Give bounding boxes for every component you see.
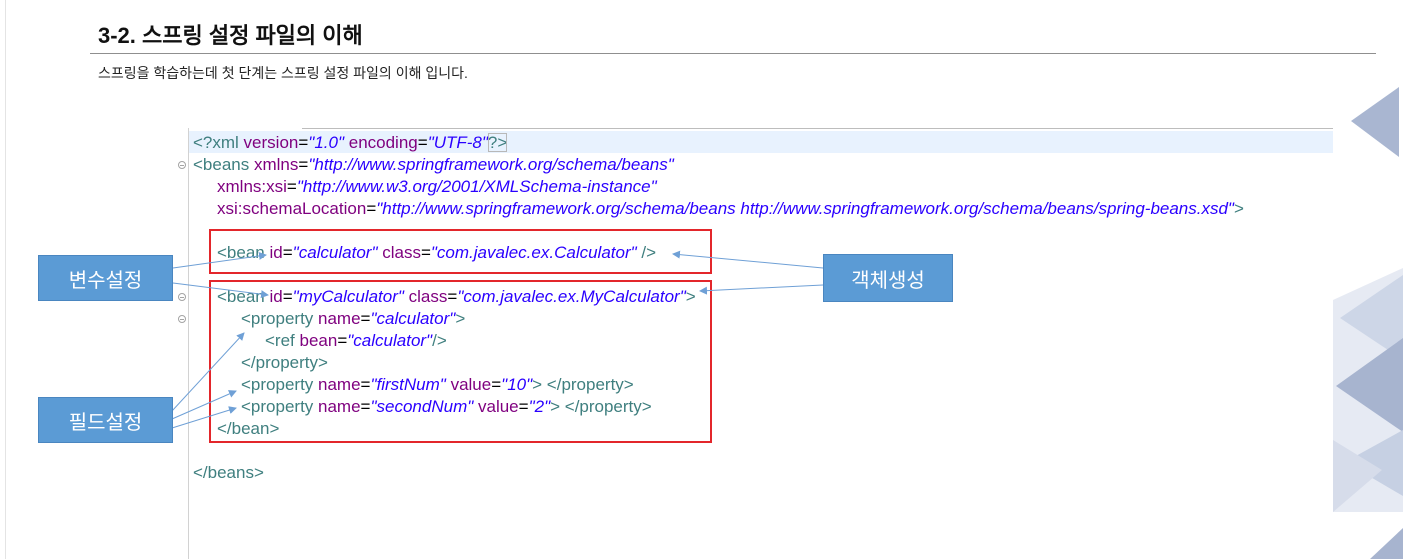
callout-field-setting: 필드설정	[38, 397, 173, 443]
editor-top-border	[302, 128, 1333, 129]
code-token-val: "http://www.w3.org/2001/XMLSchema-instan…	[296, 177, 657, 196]
page-title: 3-2. 스프링 설정 파일의 이해	[98, 23, 363, 48]
decor-triangle	[1345, 430, 1403, 496]
callout-object-creation: 객체생성	[823, 254, 953, 302]
code-line: </beans>	[193, 462, 1244, 484]
decor-triangle	[1333, 268, 1403, 512]
code-token-attr: version	[243, 133, 299, 152]
code-token-tag: >	[1233, 199, 1244, 218]
code-token-tag: <beans	[193, 155, 254, 174]
code-token-plain: =	[298, 155, 309, 174]
editor-gutter-border	[188, 128, 189, 559]
code-line: <beans xmlns="http://www.springframework…	[178, 154, 1244, 176]
code-token-plain: =	[286, 177, 297, 196]
fold-collapse-icon[interactable]	[178, 315, 186, 323]
code-token-val: "1.0"	[308, 133, 344, 152]
code-token-val: "UTF-8"	[427, 133, 488, 152]
code-token-attr: xmlns:xsi	[217, 177, 287, 196]
fold-collapse-icon[interactable]	[178, 161, 186, 169]
code-token-plain: =	[366, 199, 377, 218]
decor-triangle	[1340, 275, 1403, 360]
code-line: xsi:schemaLocation="http://www.springfra…	[193, 198, 1244, 220]
code-token-tag: <?xml	[193, 133, 244, 152]
page-left-border	[5, 0, 6, 559]
code-token-match: ?>	[487, 133, 508, 152]
code-token-plain: =	[298, 133, 309, 152]
decor-triangle	[1336, 338, 1403, 432]
slide: 3-2. 스프링 설정 파일의 이해 스프링을 학습하는데 첫 단계는 스프링 …	[0, 0, 1403, 559]
code-line: xmlns:xsi="http://www.w3.org/2001/XMLSch…	[193, 176, 1244, 198]
decor-triangle	[1370, 528, 1403, 559]
code-token-val: "http://www.springframework.org/schema/b…	[308, 155, 674, 174]
page-subtitle: 스프링을 학습하는데 첫 단계는 스프링 설정 파일의 이해 입니다.	[98, 65, 468, 81]
code-token-val: "http://www.springframework.org/schema/b…	[376, 199, 1234, 218]
fold-collapse-icon[interactable]	[178, 293, 186, 301]
code-token-attr: xmlns	[253, 155, 299, 174]
decor-triangle	[1351, 87, 1399, 157]
highlight-box-calculator-bean	[209, 229, 712, 274]
decor-triangle	[1333, 440, 1382, 512]
code-token-attr: xsi:schemaLocation	[217, 199, 367, 218]
highlight-box-mycalculator-bean	[209, 280, 712, 443]
code-line: <?xml version="1.0" encoding="UTF-8"?>	[193, 132, 1244, 154]
code-token-attr: encoding	[348, 133, 418, 152]
title-divider	[90, 53, 1376, 54]
callout-variable-setting: 변수설정	[38, 255, 173, 301]
code-token-plain: =	[417, 133, 428, 152]
code-token-tag: </beans>	[193, 463, 264, 482]
